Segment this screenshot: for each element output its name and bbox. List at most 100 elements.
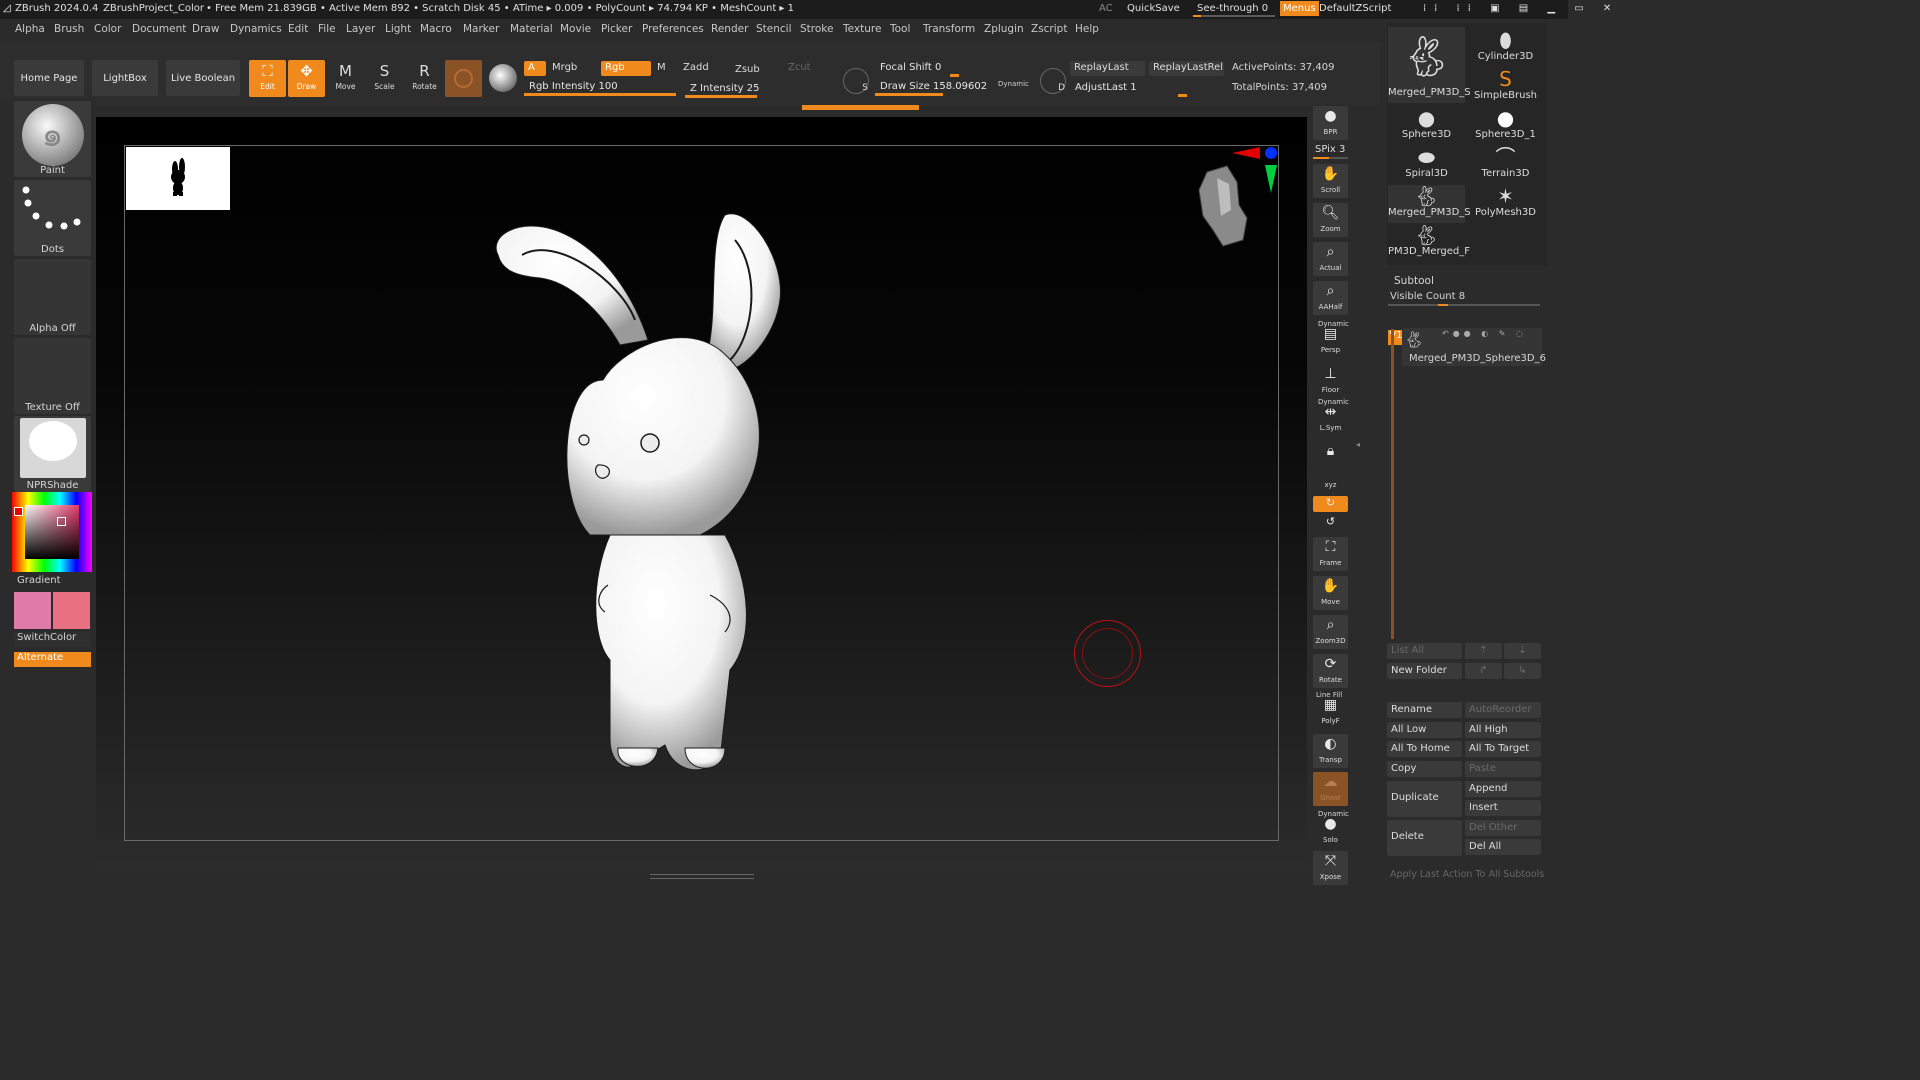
menu-texture[interactable]: Texture xyxy=(843,23,881,35)
quicksave-button[interactable]: QuickSave xyxy=(1127,3,1180,14)
visible-count-slider[interactable]: Visible Count 8 xyxy=(1390,291,1465,302)
menu-light[interactable]: Light xyxy=(385,23,411,35)
stroke-slot[interactable]: Dots xyxy=(14,180,91,256)
menu-zplugin[interactable]: Zplugin xyxy=(984,23,1024,35)
scale-button[interactable]: S Scale xyxy=(366,60,403,97)
tool-sphere3d[interactable]: ● Sphere3D xyxy=(1388,107,1465,145)
gradient-label[interactable]: Gradient xyxy=(17,575,61,586)
subtool-list-item[interactable]: 🐇︎ ↶●● ◐ ✎ ◌ Merged_PM3D_Sphere3D_6 xyxy=(1402,328,1546,366)
sym-s-icon[interactable]: S xyxy=(843,68,869,94)
all-to-target-button[interactable]: All To Target xyxy=(1465,741,1541,757)
navigator-thumbnail[interactable] xyxy=(126,147,230,210)
new-folder-button[interactable]: New Folder xyxy=(1387,663,1462,679)
move-down-arrow-icon[interactable]: ⇣ xyxy=(1504,643,1541,659)
solo-button[interactable]: ● Solo xyxy=(1313,814,1348,848)
menu-edit[interactable]: Edit xyxy=(288,23,308,35)
autoreorder-button[interactable]: AutoReorder xyxy=(1465,702,1541,718)
zoom3d-button[interactable]: ⌕ Zoom3D xyxy=(1313,615,1348,649)
menu-layer[interactable]: Layer xyxy=(346,23,375,35)
apply-last-action-button[interactable]: Apply Last Action To All Subtools xyxy=(1390,869,1544,880)
all-low-button[interactable]: All Low xyxy=(1387,722,1462,738)
menu-dynamics[interactable]: Dynamics xyxy=(230,23,282,35)
rename-button[interactable]: Rename xyxy=(1387,702,1462,718)
mrgb-toggle[interactable]: Mrgb xyxy=(548,61,581,76)
secondary-color-swatch[interactable] xyxy=(53,592,90,629)
replaylastrel-button[interactable]: ReplayLastRel xyxy=(1149,61,1224,76)
canvas-scroll-handle[interactable] xyxy=(650,874,754,879)
subtool-controls-icons[interactable]: ↶●● ◐ ✎ ◌ xyxy=(1442,329,1527,338)
zcut-toggle[interactable]: Zcut xyxy=(784,61,815,76)
color-square[interactable] xyxy=(25,505,79,559)
lock-button[interactable]: 🔒︎ xyxy=(1313,441,1348,475)
del-all-button[interactable]: Del All xyxy=(1465,839,1541,855)
switchcolor-button[interactable]: SwitchColor xyxy=(14,632,91,647)
move-up-arrow-icon[interactable]: ⇡ xyxy=(1465,643,1502,659)
layout-icons[interactable]: ⁞⁞ ⁞⁞ ▣ ▤ ▁ ▭ ✕ xyxy=(1423,3,1619,14)
tool-simplebrush[interactable]: S SimpleBrush xyxy=(1467,68,1544,106)
all-high-button[interactable]: All High xyxy=(1465,722,1541,738)
menu-file[interactable]: File xyxy=(318,23,336,35)
alternate-button[interactable]: Alternate xyxy=(14,652,91,667)
aahalf-button[interactable]: ⌕ AAHalf xyxy=(1313,281,1348,315)
subtool-scrollbar[interactable] xyxy=(1391,329,1394,639)
menu-stroke[interactable]: Stroke xyxy=(800,23,833,35)
folder-out-icon[interactable]: ↳ xyxy=(1504,663,1541,679)
see-through-slider[interactable]: See-through 0 xyxy=(1197,3,1268,14)
zadd-toggle[interactable]: Zadd xyxy=(679,61,713,76)
xpose-button[interactable]: ⤧ Xpose xyxy=(1313,851,1348,885)
paste-button[interactable]: Paste xyxy=(1465,761,1541,777)
copy-button[interactable]: Copy xyxy=(1387,761,1462,777)
frame-button[interactable]: ⛶ Frame xyxy=(1313,537,1348,571)
color-picker[interactable] xyxy=(12,492,92,572)
menu-help[interactable]: Help xyxy=(1075,23,1099,35)
menu-picker[interactable]: Picker xyxy=(601,23,632,35)
menu-tool[interactable]: Tool xyxy=(890,23,910,35)
brush-slot[interactable]: ๑ Paint xyxy=(14,101,91,177)
list-all-button[interactable]: List All xyxy=(1387,643,1462,659)
actual-button[interactable]: ⌕ Actual xyxy=(1313,242,1348,276)
alpha-slot[interactable]: Alpha Off xyxy=(14,259,91,335)
tool-terrain3d[interactable]: ⌒ Terrain3D xyxy=(1467,146,1544,184)
panel-collapse-handle[interactable]: ◂ xyxy=(1356,440,1362,470)
menu-alpha[interactable]: Alpha xyxy=(15,23,45,35)
tool-sphere3d-1[interactable]: ● Sphere3D_1 xyxy=(1467,107,1544,145)
main-color-swatch[interactable] xyxy=(14,592,51,629)
menu-color[interactable]: Color xyxy=(94,23,121,35)
lightbox-button[interactable]: LightBox xyxy=(92,60,158,96)
spix-slider[interactable]: SPix 3 xyxy=(1315,144,1345,155)
bunny-model[interactable] xyxy=(480,200,800,785)
m-toggle[interactable]: M xyxy=(653,61,670,76)
scroll-button[interactable]: ✋ Scroll xyxy=(1313,164,1348,198)
ghost-button[interactable]: ☁ Ghost xyxy=(1313,772,1348,806)
menu-macro[interactable]: Macro xyxy=(420,23,452,35)
axis-gizmo-icon[interactable] xyxy=(1230,143,1280,195)
menus-toggle[interactable]: Menus xyxy=(1280,1,1319,16)
rotation-z-button[interactable]: ↺ xyxy=(1313,515,1348,531)
menu-marker[interactable]: Marker xyxy=(463,23,499,35)
menu-stencil[interactable]: Stencil xyxy=(756,23,792,35)
menu-transform[interactable]: Transform xyxy=(923,23,975,35)
persp-button[interactable]: ▤ Persp xyxy=(1313,324,1348,358)
rotate-button[interactable]: R Rotate xyxy=(406,60,443,97)
delete-button[interactable]: Delete xyxy=(1387,820,1462,856)
z-intensity-slider[interactable]: Z Intensity 25 xyxy=(685,80,830,98)
xyz-button[interactable]: xyz xyxy=(1313,472,1348,492)
material-slot[interactable]: NPRShade xyxy=(14,416,91,492)
adjustlast-slider[interactable]: AdjustLast 1 xyxy=(1070,79,1224,97)
dynamic-size-toggle[interactable]: Dynamic xyxy=(998,80,1029,88)
polyf-button[interactable]: ▦ PolyF xyxy=(1313,695,1348,729)
del-other-button[interactable]: Del Other xyxy=(1465,820,1541,836)
rgb-toggle[interactable]: Rgb xyxy=(601,61,651,76)
bpr-button[interactable]: ● BPR xyxy=(1313,106,1348,140)
rgb-intensity-slider[interactable]: Rgb Intensity 100 xyxy=(524,78,679,96)
zoom-button[interactable]: 🔍︎ Zoom xyxy=(1313,203,1348,237)
rotation-axis-button[interactable]: ↻ xyxy=(1313,496,1348,512)
tool-merged-2[interactable]: 🐇︎ Merged_PM3D_S xyxy=(1388,185,1471,223)
material-swatch[interactable] xyxy=(445,60,482,97)
insert-button[interactable]: Insert xyxy=(1465,800,1541,816)
zsub-toggle[interactable]: Zsub xyxy=(731,63,764,78)
focal-shift-slider[interactable]: Focal Shift 0 xyxy=(875,59,1033,77)
duplicate-button[interactable]: Duplicate xyxy=(1387,781,1462,817)
live-boolean-button[interactable]: Live Boolean xyxy=(166,60,240,96)
draw-button[interactable]: ✥ Draw xyxy=(288,60,325,97)
